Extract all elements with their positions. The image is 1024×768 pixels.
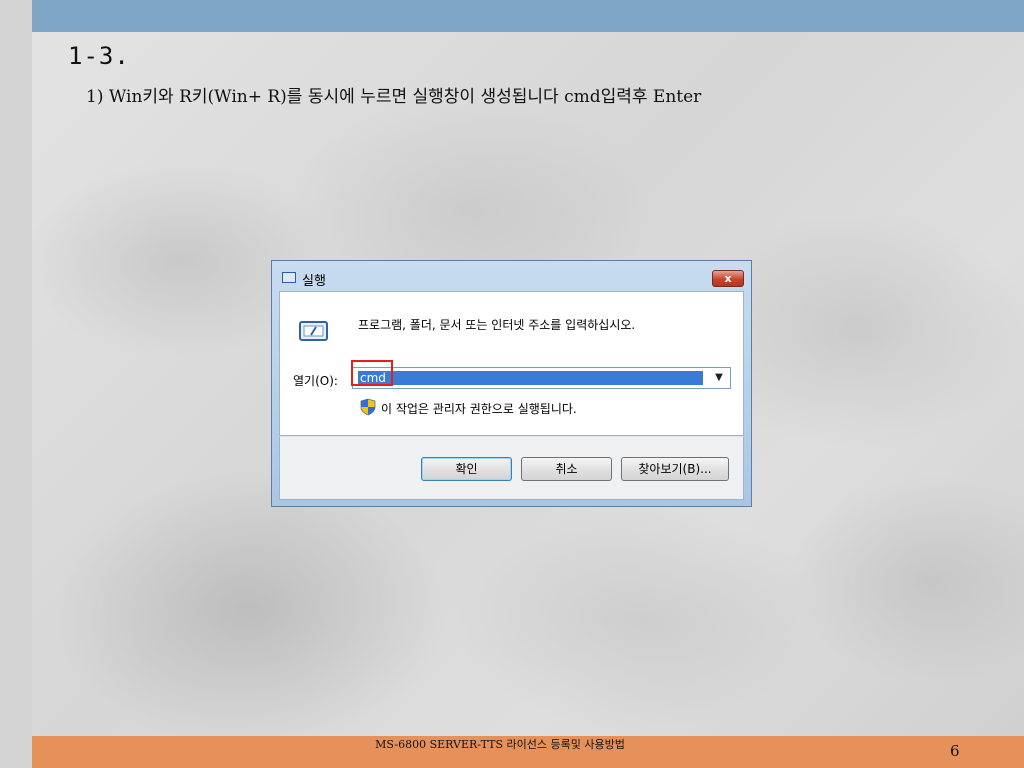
dialog-prompt: 프로그램, 폴더, 문서 또는 인터넷 주소를 입력하십시오. [358,318,636,332]
slide-title: 1-3. [68,42,130,70]
run-dialog: 실행 x 프로그램, 폴더, 문서 또는 인터넷 주소를 입력하십시오. 열기(… [271,260,752,507]
run-window-icon [282,272,296,283]
admin-notice: 이 작업은 관리자 권한으로 실행됩니다. [381,402,577,416]
footer-text: MS-6800 SERVER-TTS 라이선스 등록및 사용방법 [375,738,625,751]
open-input-value[interactable]: cmd [358,371,703,385]
close-button[interactable]: x [712,270,744,287]
open-label: 열기(O): [293,374,338,388]
left-side-strip [0,0,32,768]
cancel-button[interactable]: 취소 [521,457,612,481]
ok-button[interactable]: 확인 [421,457,512,481]
open-combobox[interactable]: cmd ▼ [352,367,731,389]
uac-shield-icon [360,398,376,416]
browse-button[interactable]: 찾아보기(B)... [621,457,729,481]
chevron-down-icon[interactable]: ▼ [710,370,728,386]
dialog-footer: 확인 취소 찾아보기(B)... [279,436,744,500]
run-program-icon [299,321,328,341]
cmd-highlight-box [351,360,393,386]
dialog-title: 실행 [302,274,326,289]
top-accent-bar [32,0,1024,32]
page-number: 6 [950,742,960,760]
slide-subtitle: 1) Win키와 R키(Win+ R)를 동시에 누르면 실행창이 생성됩니다 … [86,87,702,107]
dialog-body: 프로그램, 폴더, 문서 또는 인터넷 주소를 입력하십시오. 열기(O): c… [279,291,744,436]
